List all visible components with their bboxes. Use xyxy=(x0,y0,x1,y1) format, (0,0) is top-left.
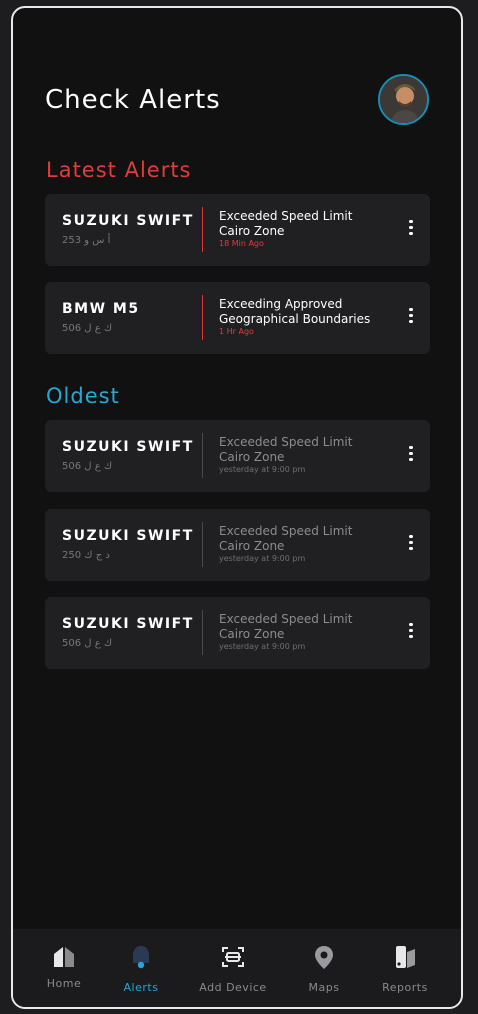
avatar[interactable] xyxy=(378,74,429,125)
plate-number: د ج ك 250 xyxy=(62,550,110,561)
header: Check Alerts xyxy=(13,8,461,138)
alert-card[interactable]: SUZUKI SWIFT د ج ك 250 Exceeded Speed Li… xyxy=(45,509,430,581)
tab-label: Alerts xyxy=(123,981,159,994)
home-icon xyxy=(54,947,74,967)
alert-divider xyxy=(202,610,203,655)
car-name: SUZUKI SWIFT xyxy=(62,616,194,632)
tab-maps[interactable]: Maps xyxy=(284,929,364,1007)
oldest-alerts-heading: Oldest xyxy=(46,384,120,408)
alert-divider xyxy=(202,522,203,567)
alert-line-1: Exceeded Speed Limit xyxy=(219,612,353,626)
alert-divider xyxy=(202,207,203,252)
tab-reports[interactable]: Reports xyxy=(365,929,445,1007)
car-name: SUZUKI SWIFT xyxy=(62,439,194,455)
more-options-button[interactable] xyxy=(402,532,420,556)
alert-message: Exceeded Speed Limit Cairo Zone xyxy=(219,209,399,239)
more-options-button[interactable] xyxy=(402,217,420,241)
more-options-button[interactable] xyxy=(402,305,420,329)
alert-card[interactable]: BMW M5 ك ع ل 506 Exceeding Approved Geog… xyxy=(45,282,430,354)
tab-alerts[interactable]: Alerts xyxy=(101,929,181,1007)
map-pin-icon xyxy=(315,946,333,969)
bottom-tab-bar: Home Alerts Add Device Maps Reports xyxy=(13,929,461,1007)
tab-label: Maps xyxy=(308,981,340,994)
alert-line-2: Cairo Zone xyxy=(219,450,285,464)
bell-icon xyxy=(133,946,149,969)
alert-line-1: Exceeded Speed Limit xyxy=(219,435,353,449)
alert-card[interactable]: SUZUKI SWIFT ك ع ل 506 Exceeded Speed Li… xyxy=(45,597,430,669)
tab-home[interactable]: Home xyxy=(24,929,104,1007)
alert-line-1: Exceeded Speed Limit xyxy=(219,209,353,223)
scan-icon xyxy=(222,947,244,967)
alert-message: Exceeded Speed Limit Cairo Zone xyxy=(219,435,399,465)
tab-add-device[interactable]: Add Device xyxy=(193,929,273,1007)
alert-message: Exceeded Speed Limit Cairo Zone xyxy=(219,524,399,554)
alert-time: 1 Hr Ago xyxy=(219,327,254,336)
alert-divider xyxy=(202,433,203,478)
avatar-image xyxy=(380,76,427,123)
alert-time: yesterday at 9:00 pm xyxy=(219,465,306,474)
alert-time: 18 Min Ago xyxy=(219,239,264,248)
alert-line-1: Exceeded Speed Limit xyxy=(219,524,353,538)
alert-time: yesterday at 9:00 pm xyxy=(219,554,306,563)
alert-line-2: Geographical Boundaries xyxy=(219,312,371,326)
more-options-button[interactable] xyxy=(402,620,420,644)
tab-label: Home xyxy=(46,977,82,990)
alert-line-1: Exceeding Approved xyxy=(219,297,343,311)
alert-card[interactable]: SUZUKI SWIFT أ س و 253 Exceeded Speed Li… xyxy=(45,194,430,266)
alert-message: Exceeded Speed Limit Cairo Zone xyxy=(219,612,399,642)
phone-frame: Check Alerts Latest Alerts SUZUKI SWIFT … xyxy=(11,6,463,1009)
page-title: Check Alerts xyxy=(45,85,221,115)
car-name: BMW M5 xyxy=(62,301,140,317)
alert-line-2: Cairo Zone xyxy=(219,627,285,641)
tab-label: Reports xyxy=(382,981,428,994)
alert-line-2: Cairo Zone xyxy=(219,224,285,238)
plate-number: ك ع ل 506 xyxy=(62,461,113,472)
car-name: SUZUKI SWIFT xyxy=(62,528,194,544)
car-name: SUZUKI SWIFT xyxy=(62,213,194,229)
alert-time: yesterday at 9:00 pm xyxy=(219,642,306,651)
alert-message: Exceeding Approved Geographical Boundari… xyxy=(219,297,399,327)
more-options-button[interactable] xyxy=(402,443,420,467)
alert-card[interactable]: SUZUKI SWIFT ك ع ل 506 Exceeded Speed Li… xyxy=(45,420,430,492)
alert-line-2: Cairo Zone xyxy=(219,539,285,553)
tab-label: Add Device xyxy=(199,981,267,994)
plate-number: أ س و 253 xyxy=(62,235,111,246)
plate-number: ك ع ل 506 xyxy=(62,323,113,334)
alert-divider xyxy=(202,295,203,340)
latest-alerts-heading: Latest Alerts xyxy=(46,158,192,182)
reports-icon xyxy=(396,946,415,968)
plate-number: ك ع ل 506 xyxy=(62,638,113,649)
